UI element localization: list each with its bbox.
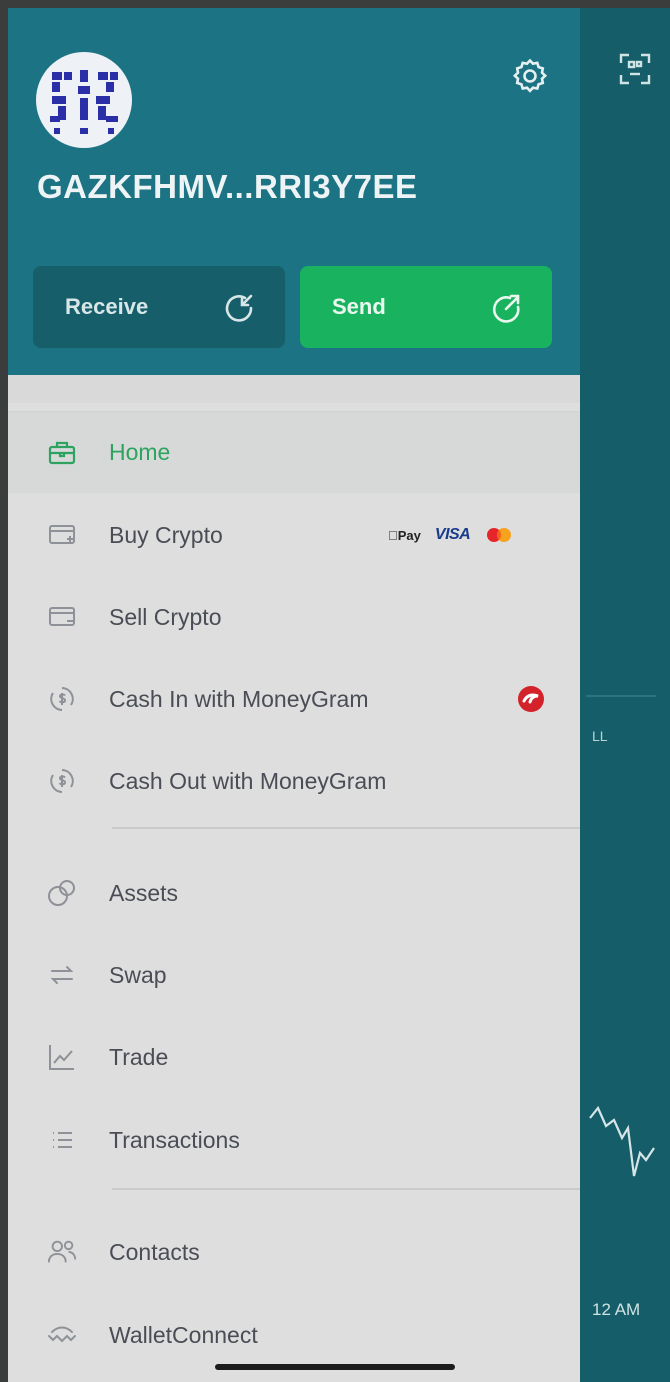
- assets-icon: [46, 877, 78, 909]
- drawer-menu: Home Buy Crypto Pay VISA: [8, 375, 580, 1382]
- mastercard-icon: [487, 528, 512, 542]
- moneygram-icon: [518, 686, 544, 712]
- menu-item-swap[interactable]: Swap: [8, 934, 580, 1016]
- visa-badge: VISA: [425, 526, 471, 543]
- contacts-icon: [46, 1236, 78, 1268]
- cash-out-icon: [46, 765, 78, 797]
- menu-label-home: Home: [109, 439, 171, 465]
- settings-button[interactable]: [510, 56, 550, 96]
- menu-label-cash-in: Cash In with MoneyGram: [109, 685, 369, 712]
- background-divider: [586, 695, 656, 697]
- background-time-label: 12 AM: [592, 1300, 641, 1319]
- receive-button[interactable]: Receive: [33, 266, 285, 348]
- card-icon: [46, 601, 78, 633]
- menu-label-transactions: Transactions: [109, 1126, 240, 1153]
- menu-item-home[interactable]: Home: [8, 411, 580, 493]
- menu-label-trade: Trade: [109, 1043, 169, 1070]
- menu-label-walletconnect: WalletConnect: [109, 1321, 258, 1348]
- send-label: Send: [332, 294, 386, 319]
- briefcase-icon: [46, 437, 78, 469]
- apple-pay-label: Pay: [388, 527, 421, 543]
- menu-label-assets: Assets: [109, 879, 179, 906]
- menu-label-contacts: Contacts: [109, 1238, 200, 1265]
- send-button[interactable]: Send: [300, 266, 552, 348]
- menu-label-cash-out: Cash Out with MoneyGram: [109, 767, 387, 794]
- menu-top-shade: [8, 375, 580, 403]
- arrow-out-icon: [492, 294, 520, 323]
- menu-divider: [112, 827, 580, 829]
- menu-item-sell-crypto[interactable]: Sell Crypto: [8, 576, 580, 658]
- menu-label-sell-crypto: Sell Crypto: [109, 603, 222, 630]
- list-icon: [46, 1124, 78, 1156]
- gear-icon: [512, 58, 548, 93]
- account-address[interactable]: GAZKFHMV...RRI3Y7EE: [37, 168, 418, 206]
- payment-badges: Pay VISA: [388, 526, 514, 544]
- chart-icon: [46, 1041, 78, 1073]
- menu-item-trade[interactable]: Trade: [8, 1016, 580, 1098]
- menu-label-buy-crypto: Buy Crypto: [109, 521, 223, 548]
- menu-item-cash-out[interactable]: Cash Out with MoneyGram: [8, 740, 580, 822]
- card-icon: [46, 519, 78, 551]
- menu-divider: [112, 1188, 580, 1190]
- receive-label: Receive: [65, 294, 149, 319]
- menu-item-cash-in[interactable]: Cash In with MoneyGram: [8, 658, 580, 740]
- home-indicator[interactable]: [215, 1364, 455, 1370]
- background-price-line: [589, 1105, 655, 1177]
- qr-scan-icon[interactable]: [618, 52, 652, 91]
- arrow-in-icon: [225, 294, 253, 322]
- navigation-drawer: GAZKFHMV...RRI3Y7EE Receive Send Home Bu…: [8, 8, 580, 1382]
- apple-pay-badge: Pay: [388, 528, 421, 543]
- menu-item-transactions[interactable]: Transactions: [8, 1099, 580, 1181]
- menu-label-swap: Swap: [109, 961, 167, 988]
- cash-in-icon: [46, 683, 78, 715]
- menu-item-contacts[interactable]: Contacts: [8, 1211, 580, 1293]
- menu-item-assets[interactable]: Assets: [8, 852, 580, 934]
- menu-item-buy-crypto[interactable]: Buy Crypto Pay VISA: [8, 494, 580, 576]
- drawer-header: GAZKFHMV...RRI3Y7EE Receive Send: [8, 8, 580, 375]
- walletconnect-icon: [46, 1319, 78, 1351]
- avatar[interactable]: [36, 52, 132, 148]
- background-label: LL: [592, 728, 608, 744]
- swap-icon: [46, 959, 78, 991]
